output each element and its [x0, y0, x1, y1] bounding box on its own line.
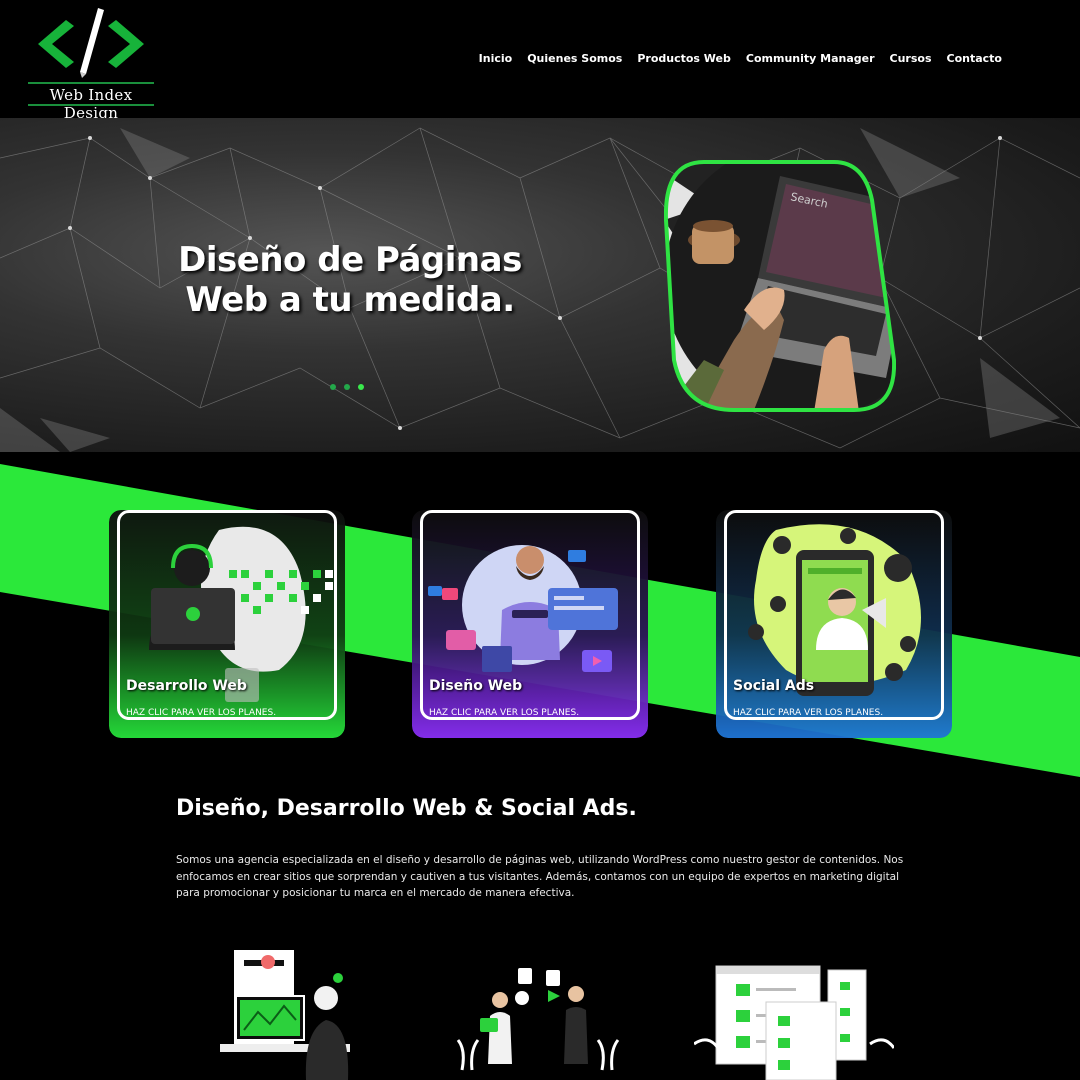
- hero-title: Diseño de Páginas Web a tu medida.: [178, 240, 522, 320]
- services-section: Desarrollo Web HAZ CLIC PARA VER LOS PLA…: [0, 452, 1080, 782]
- web-pages-illustration: [694, 965, 894, 1080]
- hero-slider: Diseño de Páginas Web a tu medida. Searc…: [0, 118, 1080, 452]
- nav-item-cursos[interactable]: Cursos: [890, 52, 932, 65]
- logo-rule-bottom: [28, 104, 154, 106]
- laptop-photo: Search: [664, 160, 896, 412]
- nav-item-contacto[interactable]: Contacto: [947, 52, 1002, 65]
- nav-item-productos-web[interactable]: Productos Web: [637, 52, 731, 65]
- slider-dot-1[interactable]: [330, 384, 336, 390]
- service-card-desarrollo-web[interactable]: Desarrollo Web HAZ CLIC PARA VER LOS PLA…: [109, 510, 345, 738]
- logo[interactable]: Web Index Design: [28, 8, 154, 122]
- about-title: Diseño, Desarrollo Web & Social Ads.: [176, 796, 637, 821]
- main-nav: Inicio Quienes Somos Productos Web Commu…: [479, 52, 1002, 65]
- slider-dots: [330, 384, 364, 390]
- nav-item-community-manager[interactable]: Community Manager: [746, 52, 875, 65]
- slider-dot-2[interactable]: [344, 384, 350, 390]
- service-card-social-ads[interactable]: Social Ads HAZ CLIC PARA VER LOS PLANES.: [716, 510, 952, 738]
- card-title: Diseño Web: [429, 678, 523, 694]
- about-text: Somos una agencia especializada en el di…: [176, 854, 904, 899]
- logo-rule-top: [28, 82, 154, 84]
- card-title: Social Ads: [733, 678, 815, 694]
- nav-item-quienes-somos[interactable]: Quienes Somos: [527, 52, 622, 65]
- site-header: Web Index Design Inicio Quienes Somos Pr…: [0, 0, 1080, 122]
- code-brackets-logo-icon: [38, 8, 144, 78]
- service-card-diseno-web[interactable]: Diseño Web HAZ CLIC PARA VER LOS PLANES.: [412, 510, 648, 738]
- social-media-illustration: [456, 968, 620, 1071]
- slider-dot-3[interactable]: [358, 384, 364, 390]
- nav-item-inicio[interactable]: Inicio: [479, 52, 513, 65]
- card-cta[interactable]: HAZ CLIC PARA VER LOS PLANES.: [429, 708, 579, 718]
- card-cta[interactable]: HAZ CLIC PARA VER LOS PLANES.: [126, 708, 276, 718]
- card-title: Desarrollo Web: [126, 678, 247, 694]
- developer-illustration: [220, 950, 350, 1080]
- card-cta[interactable]: HAZ CLIC PARA VER LOS PLANES.: [733, 708, 883, 718]
